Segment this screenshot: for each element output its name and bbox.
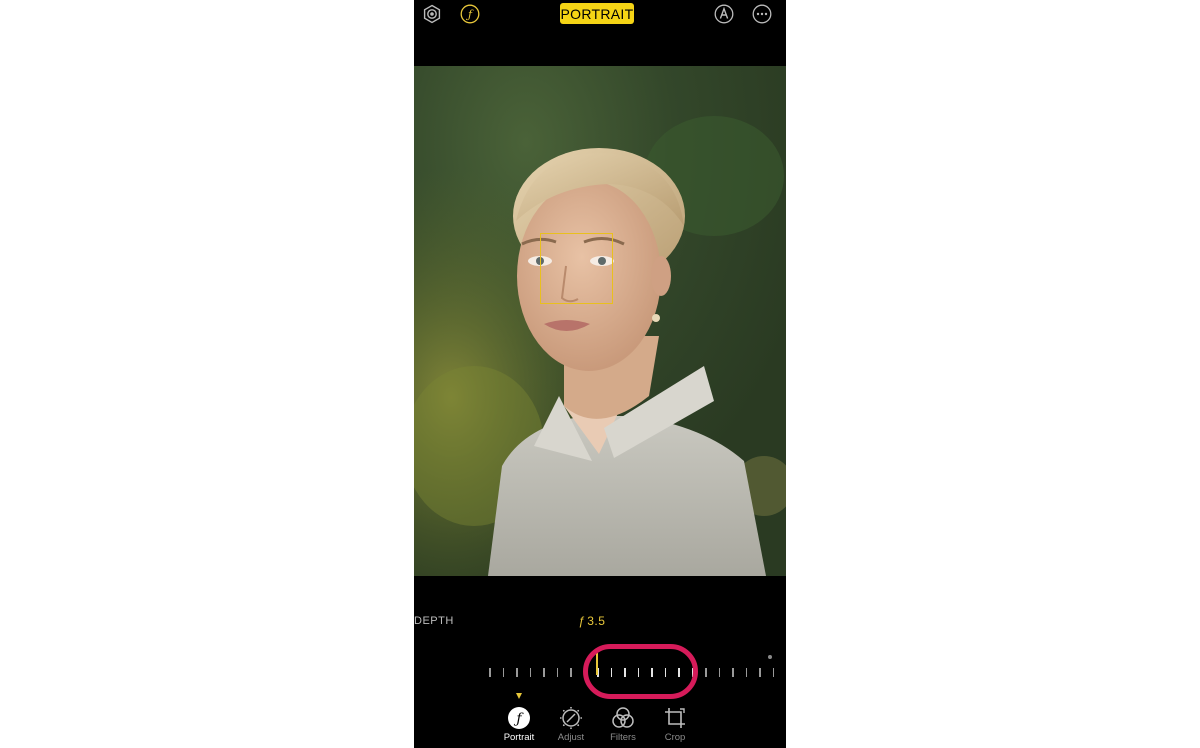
svg-text:ƒ: ƒ <box>465 8 474 21</box>
aperture-number: 3.5 <box>587 614 606 628</box>
depth-tick <box>556 668 559 677</box>
depth-tick <box>745 668 748 677</box>
tab-portrait-label: Portrait <box>503 732 535 743</box>
filters-icon <box>611 706 635 730</box>
phone-screen: ƒ PORTRAIT DEPTH ƒ 3.5 ƒ Portrait Adjust… <box>414 0 786 748</box>
adjust-dial-icon <box>559 706 583 730</box>
tab-filters-label: Filters <box>610 732 636 743</box>
tab-adjust[interactable]: Adjust <box>547 704 595 748</box>
crop-icon <box>663 706 687 730</box>
depth-tick <box>759 668 761 677</box>
aperture-symbol: ƒ <box>578 614 586 628</box>
depth-tick <box>570 668 572 677</box>
depth-tick <box>502 668 505 677</box>
active-tab-indicator <box>516 693 522 699</box>
tab-crop[interactable]: Crop <box>651 704 699 748</box>
depth-tick <box>543 668 545 677</box>
depth-tick <box>529 668 532 677</box>
depth-tick <box>718 668 721 677</box>
depth-slider-end-dot <box>768 655 772 659</box>
live-photo-icon[interactable] <box>422 4 442 24</box>
depth-slider[interactable] <box>414 640 786 700</box>
portrait-photo[interactable] <box>414 66 786 576</box>
depth-tick <box>732 668 734 677</box>
markup-icon[interactable] <box>714 4 734 24</box>
depth-tick <box>489 668 491 677</box>
depth-tick <box>705 668 707 677</box>
depth-label: DEPTH <box>414 615 454 627</box>
tab-crop-label: Crop <box>664 732 686 743</box>
highlight-ring <box>583 644 698 699</box>
aperture-value: ƒ 3.5 <box>578 614 605 628</box>
portrait-mode-badge[interactable]: PORTRAIT <box>560 3 634 24</box>
tab-adjust-label: Adjust <box>557 732 585 743</box>
depth-tick <box>516 668 518 677</box>
depth-tick <box>772 668 775 677</box>
more-icon[interactable] <box>752 4 772 24</box>
aperture-icon: ƒ <box>507 706 531 730</box>
tab-portrait[interactable]: ƒ Portrait <box>495 704 543 748</box>
aperture-icon[interactable]: ƒ <box>460 4 480 24</box>
face-focus-box <box>540 233 613 304</box>
tab-filters[interactable]: Filters <box>599 704 647 748</box>
